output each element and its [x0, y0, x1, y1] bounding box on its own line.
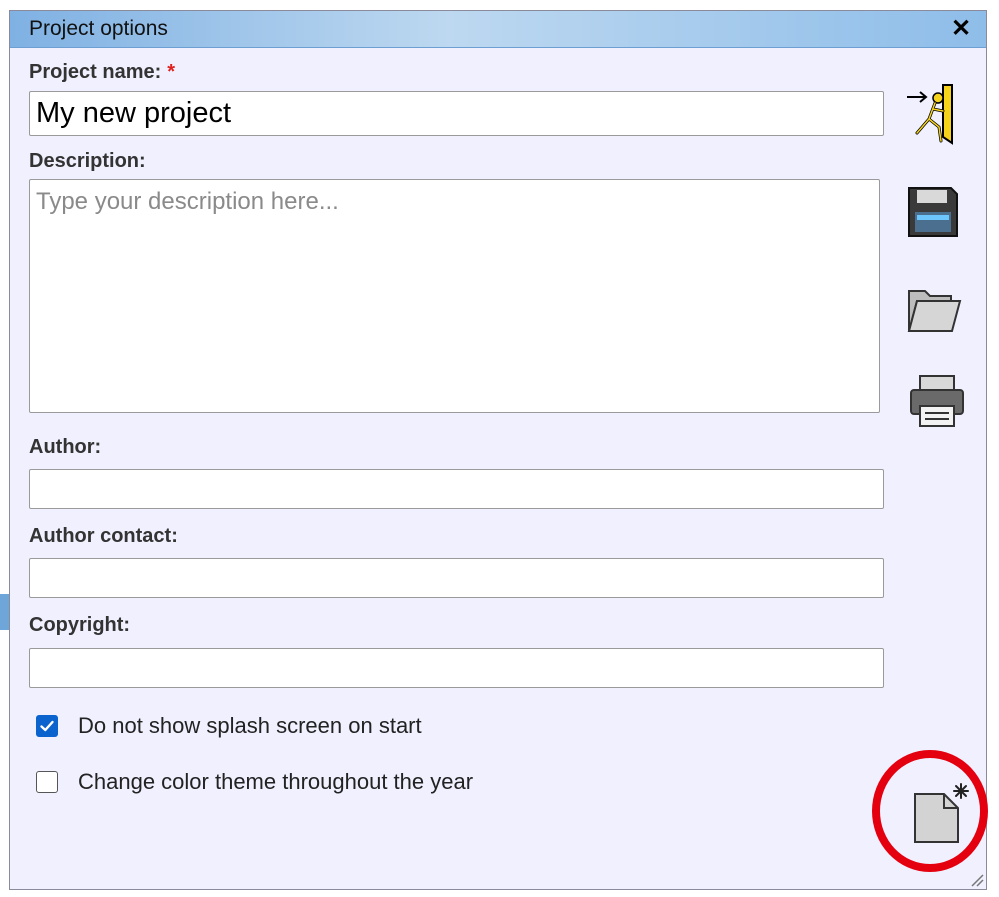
close-icon: ✕ — [950, 15, 972, 42]
print-icon[interactable] — [908, 373, 966, 429]
required-marker: * — [167, 61, 176, 83]
project-name-input[interactable] — [29, 91, 884, 136]
description-textarea[interactable] — [29, 179, 880, 413]
project-options-dialog: Project options ✕ Project name:* Descrip… — [9, 10, 987, 890]
checkmark-icon — [40, 720, 54, 732]
splash-screen-label: Do not show splash screen on start — [78, 713, 422, 738]
option-splash-screen[interactable]: Do not show splash screen on start — [36, 712, 422, 740]
option-color-theme[interactable]: Change color theme throughout the year — [36, 768, 473, 796]
exit-icon[interactable] — [905, 81, 961, 147]
author-input[interactable] — [29, 469, 884, 509]
resize-grip-icon[interactable] — [968, 871, 984, 887]
author-label: Author: — [29, 436, 102, 458]
save-icon[interactable] — [906, 185, 960, 239]
highlight-circle — [872, 750, 988, 872]
author-contact-input[interactable] — [29, 558, 884, 598]
project-name-label: Project name: * — [29, 61, 175, 84]
splash-screen-checkbox[interactable] — [36, 715, 58, 737]
copyright-label: Copyright: — [29, 614, 131, 636]
author-contact-label: Author contact: — [29, 525, 178, 547]
color-theme-label: Change color theme throughout the year — [78, 769, 474, 794]
description-label: Description: — [29, 150, 146, 172]
copyright-input[interactable] — [29, 648, 884, 688]
title-bar[interactable]: Project options ✕ — [10, 11, 986, 48]
dialog-title: Project options — [29, 17, 168, 40]
open-folder-icon[interactable] — [905, 283, 963, 335]
close-button[interactable]: ✕ — [948, 15, 974, 43]
project-name-label-text: Project name: — [29, 61, 162, 83]
color-theme-checkbox[interactable] — [36, 771, 58, 793]
